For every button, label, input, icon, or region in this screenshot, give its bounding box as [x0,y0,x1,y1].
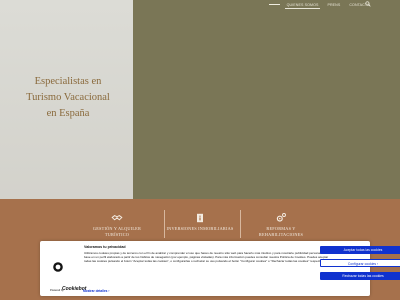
service-reformas[interactable]: REFORMAS Y REHABILITACIONES [246,212,316,237]
hero-headline-line-3: en España [46,108,90,119]
hero-headline-line-2: Turismo Vacacional [26,92,110,103]
top-navigation: QUIENES SOMOS PRENS CONTACTO [284,0,370,9]
hero-headline: Especialistas en Turismo Vacacional en E… [22,74,114,122]
accept-all-cookies-button[interactable]: Aceptar todas las cookies [320,246,400,254]
gears-icon [276,213,286,222]
service-divider [240,210,241,238]
nav-item-prensa[interactable]: PRENS [327,1,340,7]
document-icon [197,213,203,223]
search-icon[interactable] [365,1,371,7]
cookie-consent-banner: Valoramos tu privacidad Utilizamos cooki… [40,241,400,296]
nav-home-link[interactable] [269,4,280,5]
hero-section: Especialistas en Turismo Vacacional en E… [0,0,400,199]
cookie-description: Utilizamos cookies propias y de terceros… [84,251,334,264]
cookie-logo-icon [53,262,63,272]
cookie-title: Valoramos tu privacidad [84,245,126,249]
reject-all-cookies-button[interactable]: Rechazar todas las cookies [320,272,400,280]
show-details-link[interactable]: Mostrar detalles › [83,289,109,293]
configure-cookies-button[interactable]: Configurar cookies › [320,259,400,267]
service-title-gestion: GESTIÓN Y ALQUILER TURÍSTICO [92,226,142,237]
service-gestion[interactable]: GESTIÓN Y ALQUILER TURÍSTICO [82,212,152,237]
service-inversiones[interactable]: INVERSIONES INMOBILIARIAS [165,212,235,232]
service-title-reformas: REFORMAS Y REHABILITACIONES [258,226,304,237]
nav-item-quienes-somos[interactable]: QUIENES SOMOS [284,1,321,9]
hero-headline-line-1: Especialistas en [34,76,102,87]
service-title-inversiones: INVERSIONES INMOBILIARIAS [166,226,234,231]
hero-right-image [133,0,400,199]
handshake-icon [111,215,123,221]
